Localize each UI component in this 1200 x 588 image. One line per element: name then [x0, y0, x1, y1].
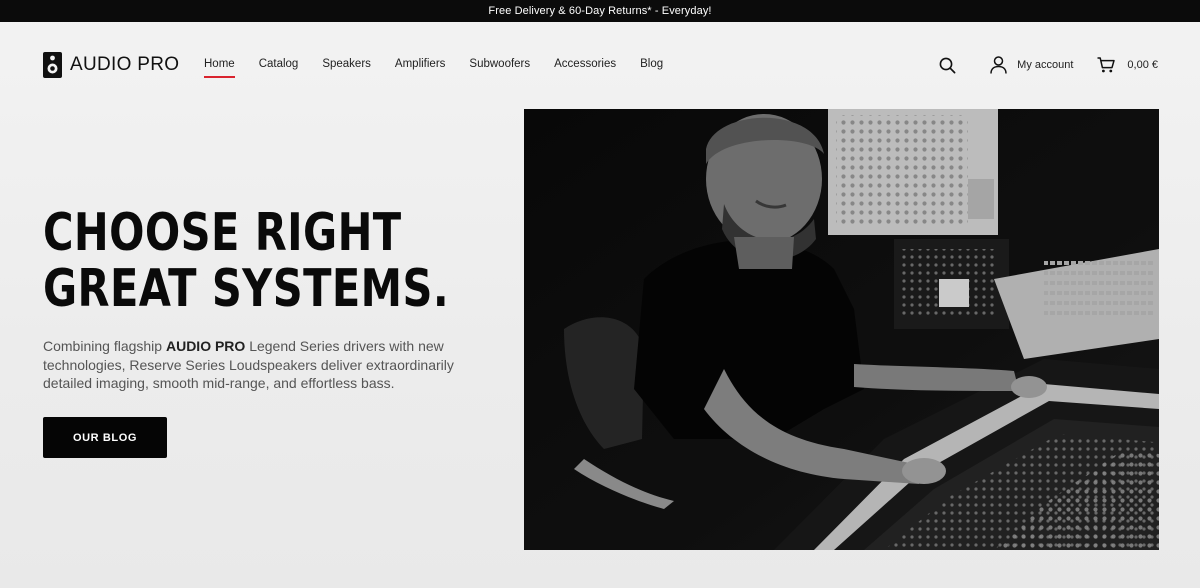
hero-desc-brand: AUDIO PRO: [165, 338, 246, 354]
logo[interactable]: AUDIO PRO: [43, 52, 179, 78]
nav-item-catalog[interactable]: Catalog: [259, 58, 299, 76]
nav-item-accessories[interactable]: Accessories: [554, 58, 616, 76]
nav-item-home[interactable]: Home: [204, 58, 235, 78]
hero-title-line-1: CHOOSE RIGHT: [43, 203, 402, 263]
promo-bar: Free Delivery & 60-Day Returns* - Everyd…: [0, 0, 1200, 22]
user-icon: [990, 56, 1007, 74]
site-header: AUDIO PRO Home Catalog Speakers Amplifie…: [0, 22, 1200, 108]
search-icon: [939, 57, 956, 73]
speaker-logo-icon: [43, 52, 62, 78]
hero-description: Combining flagship AUDIO PRO Legend Seri…: [43, 337, 473, 393]
studio-engineer-image: [524, 109, 1159, 550]
hero-title-line-2: GREAT SYSTEMS.: [43, 259, 450, 319]
cart-link[interactable]: 0,00 €: [1097, 57, 1158, 73]
cart-total: 0,00 €: [1127, 59, 1158, 71]
our-blog-button[interactable]: OUR BLOG: [43, 417, 167, 458]
account-label: My account: [1017, 59, 1074, 71]
hero-title: CHOOSE RIGHT GREAT SYSTEMS.: [43, 203, 450, 319]
search-button[interactable]: [939, 57, 956, 74]
nav-item-speakers[interactable]: Speakers: [322, 58, 371, 76]
nav-item-amplifiers[interactable]: Amplifiers: [395, 58, 445, 76]
hero-desc-intro: Combining flagship: [43, 338, 166, 354]
account-link[interactable]: My account: [990, 56, 1073, 74]
cart-icon: [1097, 57, 1116, 73]
hero-photo: [524, 109, 1159, 550]
nav-item-blog[interactable]: Blog: [640, 58, 663, 76]
promo-text: Free Delivery & 60-Day Returns* - Everyd…: [488, 5, 712, 17]
header-actions: My account 0,00 €: [939, 56, 1158, 74]
main-nav: Home Catalog Speakers Amplifiers Subwoof…: [204, 58, 663, 78]
nav-item-subwoofers[interactable]: Subwoofers: [469, 58, 530, 76]
logo-text: AUDIO PRO: [70, 54, 180, 75]
